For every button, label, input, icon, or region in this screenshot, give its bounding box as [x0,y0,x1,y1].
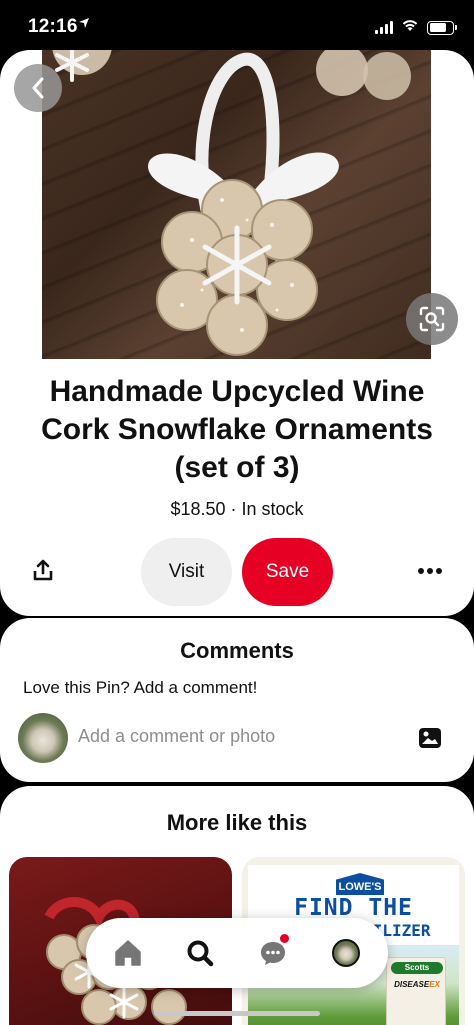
bottom-nav [86,918,388,988]
cellular-signal-icon [375,21,393,34]
pin-closeup-card: Handmade Upcycled Wine Cork Snowflake Or… [0,50,474,616]
comment-input[interactable] [78,726,398,747]
nav-messages[interactable] [255,934,291,971]
home-icon [115,940,141,966]
comments-title: Comments [180,638,294,663]
more-options-icon [418,568,424,574]
notification-dot [280,934,289,943]
status-indicators [375,18,457,37]
product-brand: Scotts [391,962,443,974]
price: $18.50 [170,499,226,519]
status-bar: 12:16 [0,0,474,52]
separator: · [230,499,237,519]
back-button[interactable] [14,64,62,112]
comments-card: Comments Love this Pin? Add a comment! [0,618,474,782]
save-button[interactable]: Save [242,538,333,606]
home-indicator [154,1011,320,1016]
image-icon [419,728,441,748]
messages-icon [261,942,285,965]
share-icon [33,559,53,581]
pin-title: Handmade Upcycled Wine Cork Snowflake Or… [41,375,433,484]
chevron-left-icon [32,77,44,99]
location-arrow-icon [78,16,90,32]
pin-image[interactable] [42,50,431,359]
add-photo-button[interactable] [418,727,442,749]
product-name: DISEASEEX [394,980,440,989]
search-icon [187,940,214,967]
visual-search-icon [419,306,445,332]
more-like-this-section: More like this LOWE'S FIND THE RIGHT FER… [0,786,474,1025]
nav-home[interactable] [110,935,146,971]
visit-button[interactable]: Visit [141,538,232,606]
profile-avatar-icon [332,939,360,967]
pin-price-line: $18.50 · In stock [0,499,474,520]
nav-profile[interactable] [328,935,364,971]
comments-prompt: Love this Pin? Add a comment! [23,678,258,697]
nav-search[interactable] [182,935,218,971]
more-like-this-title: More like this [166,810,308,835]
avatar [18,713,68,763]
availability: In stock [241,499,304,519]
status-time: 12:16 [28,16,78,37]
product-bag: Scotts DISEASEEX [386,957,446,1025]
visual-search-button[interactable] [406,293,458,345]
more-options-button[interactable] [414,557,446,585]
share-button[interactable] [28,555,58,585]
wifi-icon [401,18,419,37]
battery-icon [427,20,457,35]
lowes-logo: LOWE'S [336,873,384,895]
